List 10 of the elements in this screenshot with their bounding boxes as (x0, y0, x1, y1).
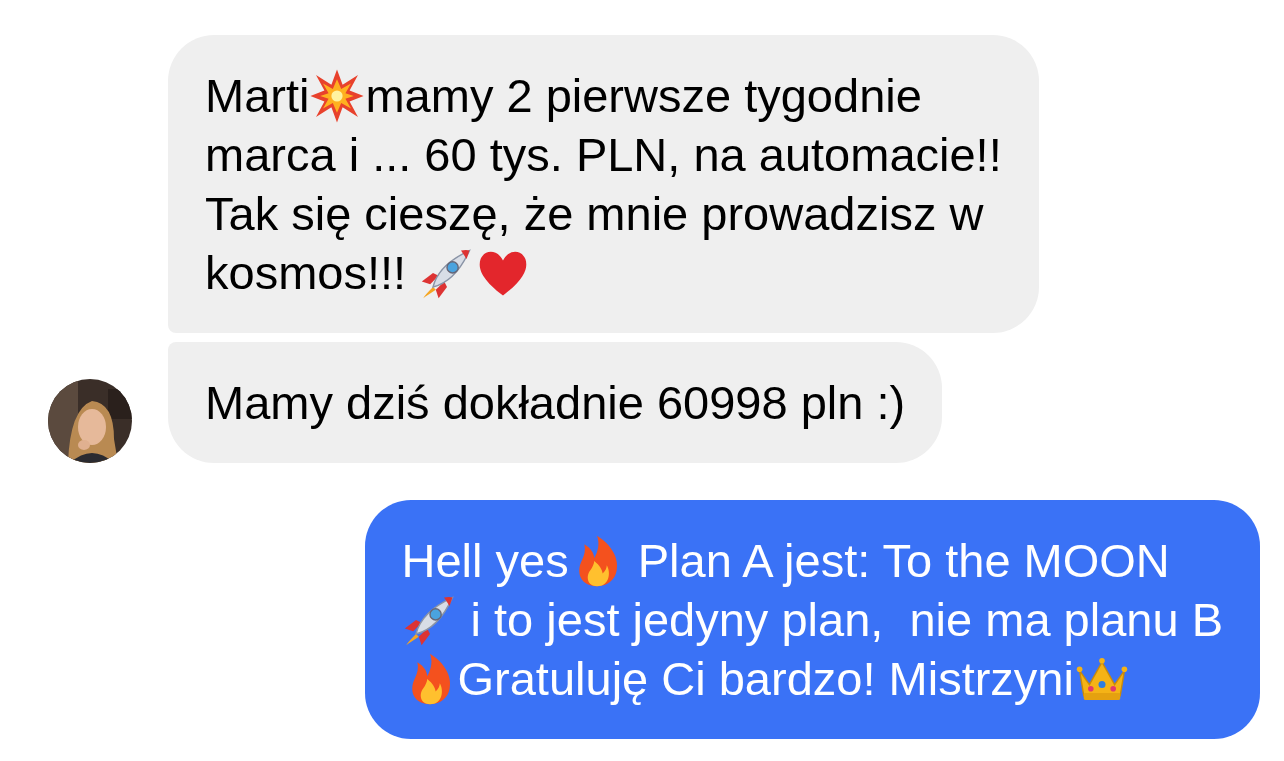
message-text: Hell yes (401, 533, 569, 588)
message-text: Gratuluję Ci bardzo! Mistrzyni (457, 651, 1074, 706)
message-text: mamy 2 pierwsze tygodnie (365, 68, 922, 123)
message-text: i to jest jedyny plan, nie ma planu B (469, 592, 1223, 647)
message-text: marca i ... 60 tys. PLN, na automacie!! (205, 127, 1002, 182)
message-text: Marti (205, 68, 310, 123)
message-text: kosmos!!! (205, 245, 408, 300)
message-text: Plan A jest: To the MOON (636, 533, 1170, 588)
message-text: Tak się cieszę, że mnie prowadzisz w (205, 186, 984, 241)
message-text: Mamy dziś dokładnie 60998 pln :) (205, 375, 906, 430)
